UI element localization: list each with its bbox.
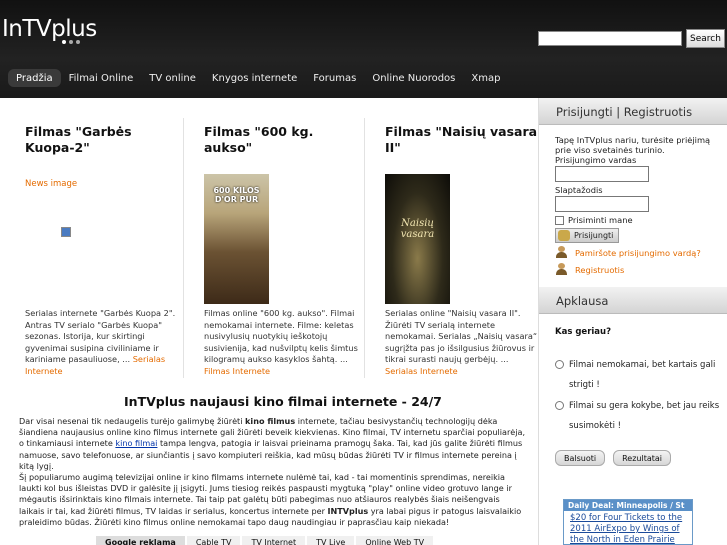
register-link[interactable]: Registruotis (555, 263, 727, 276)
password-label: Slaptažodis (555, 185, 603, 195)
poster-title: Naisių vasara (400, 218, 435, 240)
article-more-link[interactable]: Filmas Internete (204, 366, 270, 376)
user-icon (555, 246, 569, 259)
section-title: InTVplus naujausi kino filmai internete … (124, 394, 442, 409)
tab-tv-live[interactable]: TV Live (307, 536, 355, 545)
password-field[interactable] (555, 196, 649, 212)
tab-google-ads[interactable]: Google reklama (96, 536, 185, 545)
login-button[interactable]: Prisijungti (555, 228, 619, 243)
movie-poster[interactable]: 600 KILOS D'OR PUR (204, 174, 269, 304)
article-description: Filmas online "600 kg. aukso". Filmai ne… (204, 308, 358, 376)
movies-link[interactable]: kino filmai (115, 438, 157, 448)
poll-question: Kas geriau? (555, 327, 612, 337)
login-header[interactable]: Prisijungti | Registruotis (539, 98, 727, 125)
forgot-username-link[interactable]: Pamiršote prisijungimo vardą? (555, 246, 727, 259)
remember-me[interactable]: Prisiminti mane (555, 215, 727, 225)
search-input[interactable] (538, 31, 682, 46)
poll-radio[interactable] (555, 401, 564, 410)
ad-title: Daily Deal: Minneapolis / St Paul! (564, 500, 692, 519)
ad-link[interactable]: $20 for Four Tickets to the 2011 AirExpo… (564, 511, 692, 545)
poll-form: Kas geriau? Filmai nemokamai, bet kartai… (539, 314, 727, 466)
poster-title: 600 KILOS D'OR PUR (213, 186, 260, 204)
tab-online-web-tv[interactable]: Online Web TV (356, 536, 434, 545)
ad-tabs: Google reklama Cable TV TV Internet TV L… (96, 536, 435, 545)
movie-poster[interactable]: Naisių vasara (385, 174, 450, 304)
tab-cable-tv[interactable]: Cable TV (186, 536, 241, 545)
article-description: Serialas internete "Garbės Kuopa 2". Ant… (25, 308, 176, 376)
article-description: Serialas online "Naisių vasara II". Žiūr… (385, 308, 538, 376)
article-card: Filmas "600 kg. aukso" Filmas online "60… (204, 124, 364, 376)
article-title[interactable]: Filmas "Naisių vasara II" (385, 124, 545, 156)
login-form: Tapę InTVplus nariu, turėsite priėjimą p… (539, 125, 727, 276)
article-title[interactable]: Filmas "600 kg. aukso" (204, 124, 364, 156)
column-divider (364, 118, 365, 378)
results-button[interactable]: Rezultatai (613, 450, 672, 466)
main-content: Filmas "Garbės Kuopa-2" News image Seria… (0, 98, 538, 545)
user-add-icon (555, 263, 569, 276)
nav-item-movies-online[interactable]: Filmai Online (61, 69, 142, 87)
search-button[interactable]: Search (686, 29, 725, 48)
nav-item-books-online[interactable]: Knygos internete (204, 69, 305, 87)
broken-image-icon (61, 227, 71, 237)
username-field[interactable] (555, 166, 649, 182)
nav-item-tv-online[interactable]: TV online (141, 69, 204, 87)
article-image-alt: News image (25, 179, 78, 189)
key-icon (558, 230, 570, 241)
article-more-link[interactable]: Serialas Internete (385, 366, 458, 376)
site-logo[interactable]: InTVplus (2, 16, 97, 42)
username-label: Prisijungimo vardas (555, 155, 637, 165)
article-card: Filmas "Garbės Kuopa-2" News image Seria… (25, 124, 185, 376)
nav-item-forum[interactable]: Forumas (305, 69, 364, 87)
nav-item-xmap[interactable]: Xmap (463, 69, 508, 87)
daily-deal-ad[interactable]: Daily Deal: Minneapolis / St Paul! $20 f… (563, 499, 693, 545)
nav-item-online-links[interactable]: Online Nuorodos (364, 69, 463, 87)
article-card: Filmas "Naisių vasara II" Serialas onlin… (385, 124, 545, 376)
poll-option[interactable]: Filmai nemokamai, bet kartais gali strig… (555, 355, 727, 395)
vote-button[interactable]: Balsuoti (555, 450, 606, 466)
logo-dots (62, 40, 80, 44)
nav-item-home[interactable]: Pradžia (8, 69, 61, 87)
intro-text: Dar visai nesenai tik nedaugelis turėjo … (19, 416, 526, 527)
sidebar: Prisijungti | Registruotis Tapę InTVplus… (538, 98, 727, 545)
login-intro: Tapę InTVplus nariu, turėsite priėjimą p… (555, 135, 711, 155)
main-nav: Pradžia Filmai Online TV online Knygos i… (8, 69, 508, 87)
remember-checkbox[interactable] (555, 215, 564, 225)
site-header: InTVplus Search Pradžia Filmai Online TV… (0, 0, 727, 98)
poll-radio[interactable] (555, 360, 564, 369)
column-divider (183, 118, 184, 378)
article-title[interactable]: Filmas "Garbės Kuopa-2" (25, 124, 185, 156)
poll-option[interactable]: Filmai su gera kokybe, bet jau reiks sus… (555, 396, 727, 436)
poll-header: Apklausa (539, 287, 727, 314)
poll-buttons: Balsuoti Rezultatai (555, 450, 727, 466)
tab-tv-internet[interactable]: TV Internet (242, 536, 306, 545)
